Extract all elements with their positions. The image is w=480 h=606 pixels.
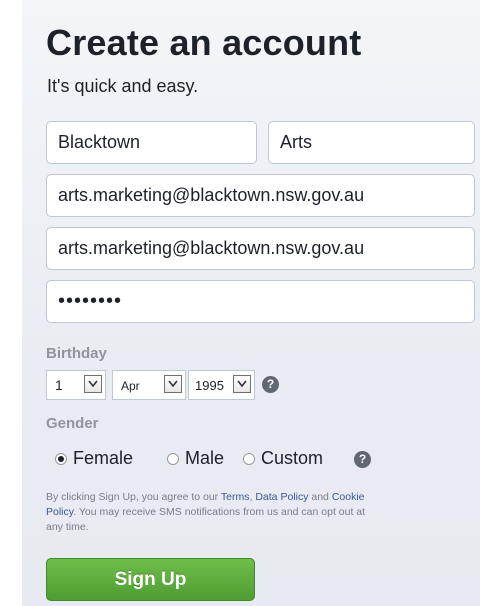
terms-text: and: [308, 491, 332, 503]
page-subtitle: It's quick and easy.: [47, 76, 199, 96]
last-name-input[interactable]: Arts: [268, 121, 475, 164]
gender-custom-radio[interactable]: Custom: [243, 448, 323, 469]
email-confirm-input[interactable]: arts.marketing@blacktown.nsw.gov.au: [46, 227, 475, 270]
radio-unchecked-icon: [167, 452, 179, 465]
gender-female-radio[interactable]: Female: [55, 448, 133, 469]
sign-up-button[interactable]: Sign Up: [46, 558, 255, 601]
birthday-year-value: 1995: [195, 378, 224, 393]
password-input[interactable]: ••••••••: [46, 280, 475, 323]
radio-unchecked-icon: [243, 452, 255, 465]
data-policy-link[interactable]: Data Policy: [255, 491, 308, 503]
chevron-down-icon: [233, 375, 251, 393]
gender-help-icon[interactable]: ?: [354, 451, 371, 468]
terms-notice: By clicking Sign Up, you agree to our Te…: [46, 490, 376, 535]
gender-label: Gender: [46, 415, 99, 432]
gender-custom-label: Custom: [261, 448, 324, 468]
birthday-year-select[interactable]: 1995: [188, 370, 255, 400]
gender-male-label: Male: [185, 448, 225, 468]
birthday-label: Birthday: [46, 345, 107, 362]
chevron-down-icon: [84, 375, 102, 393]
birthday-month-select[interactable]: Apr: [112, 370, 186, 400]
birthday-help-icon[interactable]: ?: [262, 376, 279, 393]
birthday-month-value: Apr: [121, 379, 140, 393]
gender-male-radio[interactable]: Male: [167, 448, 224, 469]
email-input[interactable]: arts.marketing@blacktown.nsw.gov.au: [46, 174, 475, 217]
terms-text: . You may receive SMS notifications from…: [46, 506, 366, 533]
page-title: Create an account: [46, 22, 362, 63]
radio-checked-icon: [55, 452, 67, 465]
chevron-down-icon: [164, 375, 182, 393]
terms-link[interactable]: Terms: [221, 491, 250, 503]
first-name-input[interactable]: Blacktown: [46, 121, 257, 164]
birthday-day-value: 1: [55, 377, 63, 393]
birthday-day-select[interactable]: 1: [46, 370, 106, 400]
gender-female-label: Female: [73, 448, 134, 468]
terms-text: By clicking Sign Up, you agree to our: [46, 491, 221, 503]
